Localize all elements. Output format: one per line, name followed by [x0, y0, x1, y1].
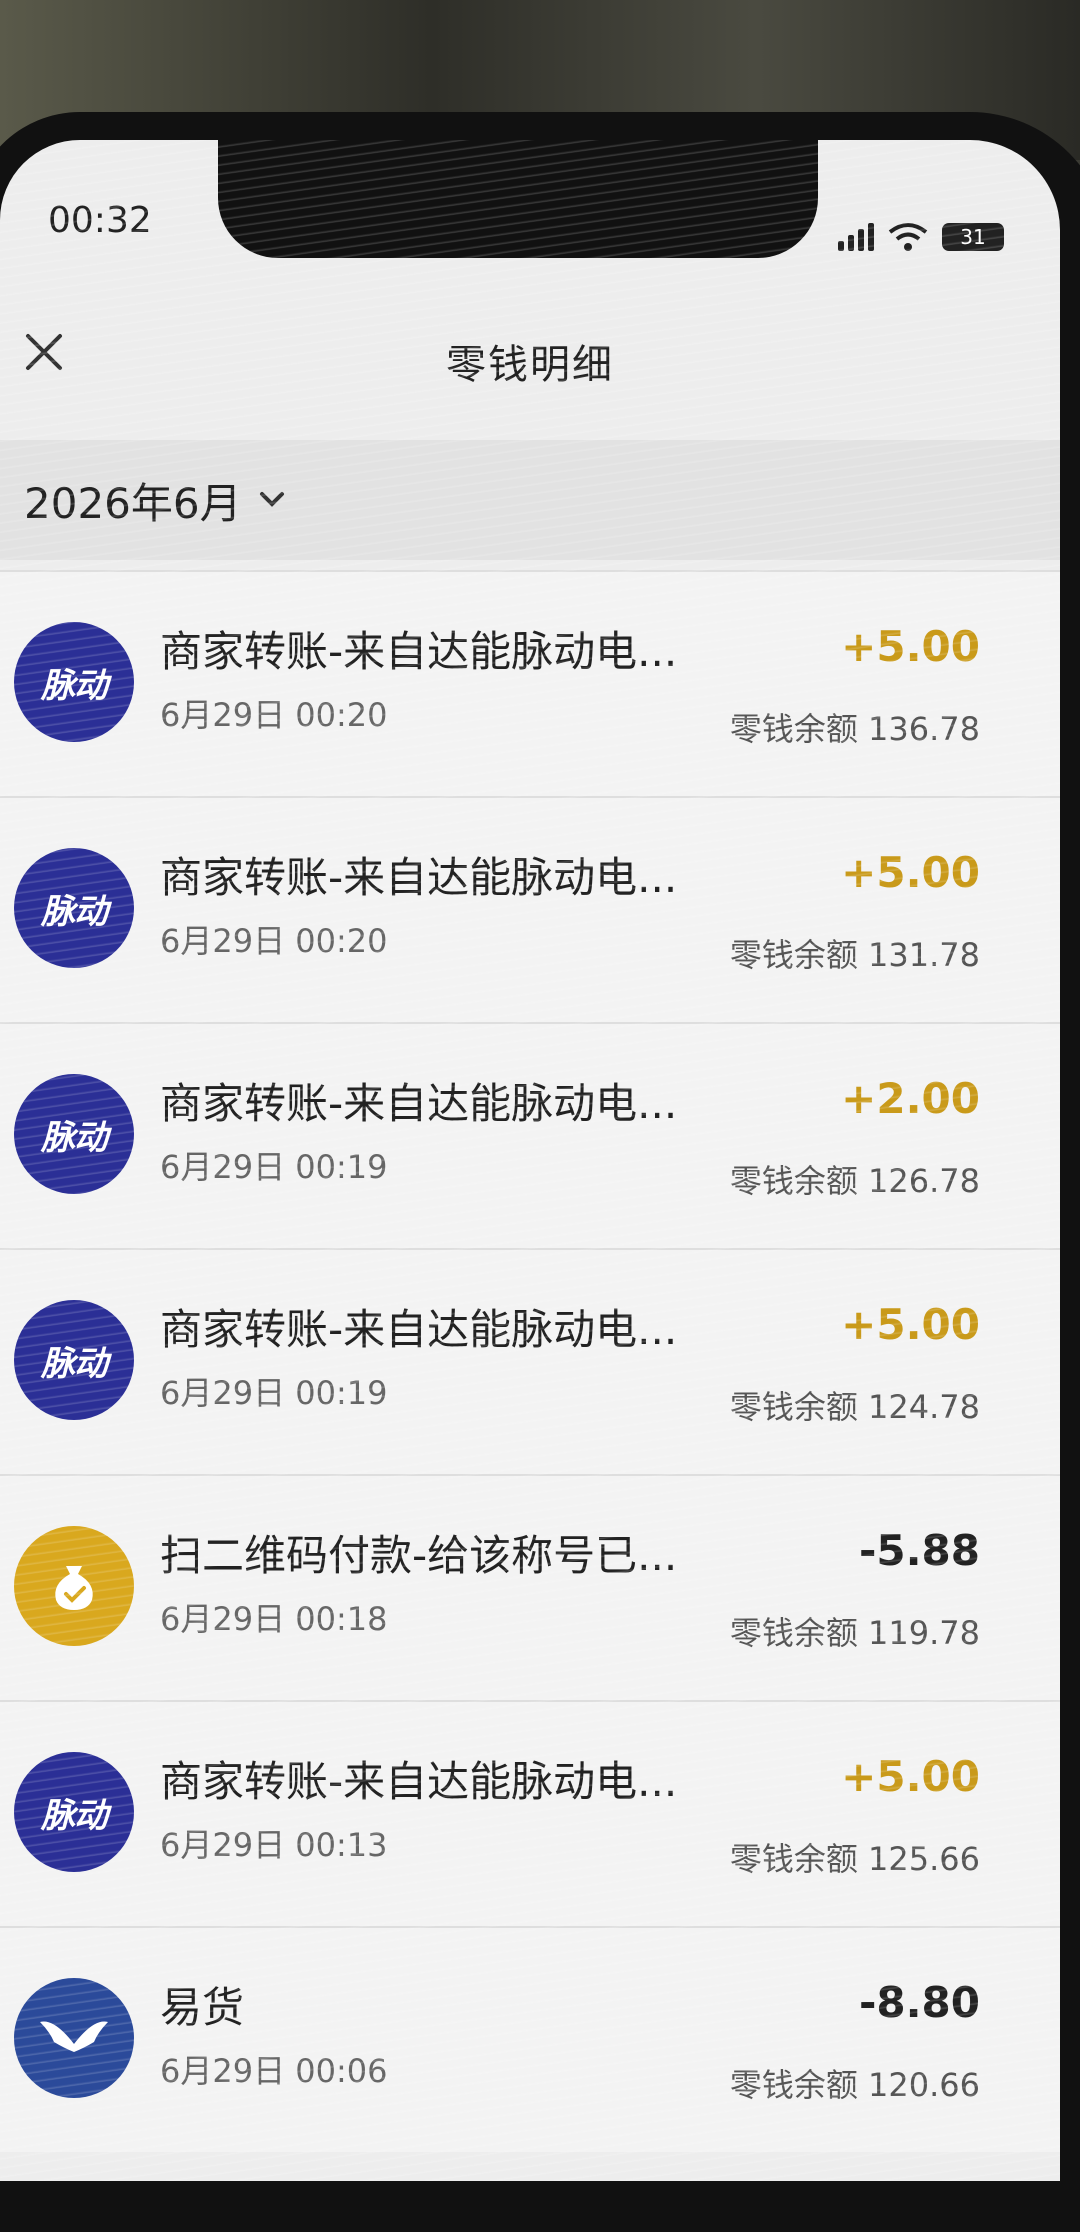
- transaction-time: 6月29日 00:20: [160, 696, 388, 734]
- merchant-avatar: 脉动: [14, 1074, 134, 1194]
- transaction-time: 6月29日 00:19: [160, 1148, 388, 1186]
- transaction-amount: +5.00: [841, 848, 980, 897]
- transaction-row[interactable]: 脉动 商家转账-来自达能脉动电... 6月29日 00:13 +5.00 零钱余…: [0, 1700, 1060, 1926]
- balance-after: 零钱余额 120.66: [729, 2066, 980, 2104]
- balance-after: 零钱余额 119.78: [729, 1614, 980, 1652]
- transaction-row[interactable]: 易货 6月29日 00:06 -8.80 零钱余额 120.66: [0, 1926, 1060, 2152]
- transaction-amount: +5.00: [841, 1752, 980, 1801]
- transaction-row[interactable]: 脉动 商家转账-来自达能脉动电... 6月29日 00:20 +5.00 零钱余…: [0, 796, 1060, 1022]
- merchant-avatar: 脉动: [14, 622, 134, 742]
- chevron-down-icon: [258, 485, 286, 517]
- month-label: 2026年6月: [24, 479, 242, 528]
- transaction-amount: +5.00: [841, 1300, 980, 1349]
- balance-after: 零钱余额 131.78: [729, 936, 980, 974]
- camera-notch: [218, 140, 818, 258]
- balance-after: 零钱余额 125.66: [729, 1840, 980, 1878]
- battery-icon: 31: [942, 223, 1004, 251]
- month-selector[interactable]: 2026年6月: [24, 470, 286, 531]
- transaction-title: 商家转账-来自达能脉动电...: [160, 1079, 678, 1128]
- status-icons: 31: [838, 222, 1004, 252]
- merchant-avatar: 脉动: [14, 848, 134, 968]
- transaction-title: 商家转账-来自达能脉动电...: [160, 1305, 678, 1354]
- transaction-time: 6月29日 00:13: [160, 1826, 388, 1864]
- transaction-time: 6月29日 00:06: [160, 2052, 388, 2090]
- phone-screen: 00:32 31 零钱明细 2026年6月 脉动 商家转账-来自达能脉动电...…: [0, 140, 1060, 2181]
- transaction-row[interactable]: 脉动 商家转账-来自达能脉动电... 6月29日 00:19 +2.00 零钱余…: [0, 1022, 1060, 1248]
- transaction-list: 脉动 商家转账-来自达能脉动电... 6月29日 00:20 +5.00 零钱余…: [0, 570, 1060, 2152]
- status-time: 00:32: [48, 200, 152, 241]
- transaction-row[interactable]: 脉动 商家转账-来自达能脉动电... 6月29日 00:19 +5.00 零钱余…: [0, 1248, 1060, 1474]
- transaction-amount: -5.88: [858, 1526, 980, 1575]
- nav-bar: 零钱明细: [0, 310, 1060, 400]
- transaction-title: 商家转账-来自达能脉动电...: [160, 853, 678, 902]
- balance-after: 零钱余额 126.78: [729, 1162, 980, 1200]
- signal-icon: [838, 223, 874, 251]
- transaction-row[interactable]: 脉动 商家转账-来自达能脉动电... 6月29日 00:20 +5.00 零钱余…: [0, 570, 1060, 796]
- month-filter-bar: 2026年6月: [0, 440, 1060, 560]
- transaction-time: 6月29日 00:18: [160, 1600, 388, 1638]
- merchant-avatar: 脉动: [14, 1300, 134, 1420]
- transaction-row[interactable]: 扫二维码付款-给该称号已... 6月29日 00:18 -5.88 零钱余额 1…: [0, 1474, 1060, 1700]
- page-title: 零钱明细: [446, 342, 614, 388]
- transaction-time: 6月29日 00:20: [160, 922, 388, 960]
- balance-after: 零钱余额 136.78: [729, 710, 980, 748]
- merchant-avatar: 脉动: [14, 1752, 134, 1872]
- balance-after: 零钱余额 124.78: [729, 1388, 980, 1426]
- transaction-title: 扫二维码付款-给该称号已...: [160, 1531, 678, 1580]
- transaction-amount: -8.80: [858, 1978, 980, 2027]
- transaction-amount: +2.00: [841, 1074, 980, 1123]
- transaction-title: 商家转账-来自达能脉动电...: [160, 1757, 678, 1806]
- wifi-icon: [888, 223, 928, 251]
- transaction-amount: +5.00: [841, 622, 980, 671]
- transaction-title: 商家转账-来自达能脉动电...: [160, 627, 678, 676]
- wing-logo-icon: [14, 1978, 134, 2098]
- money-bag-icon: [14, 1526, 134, 1646]
- transaction-title: 易货: [160, 1983, 245, 2032]
- transaction-time: 6月29日 00:19: [160, 1374, 388, 1412]
